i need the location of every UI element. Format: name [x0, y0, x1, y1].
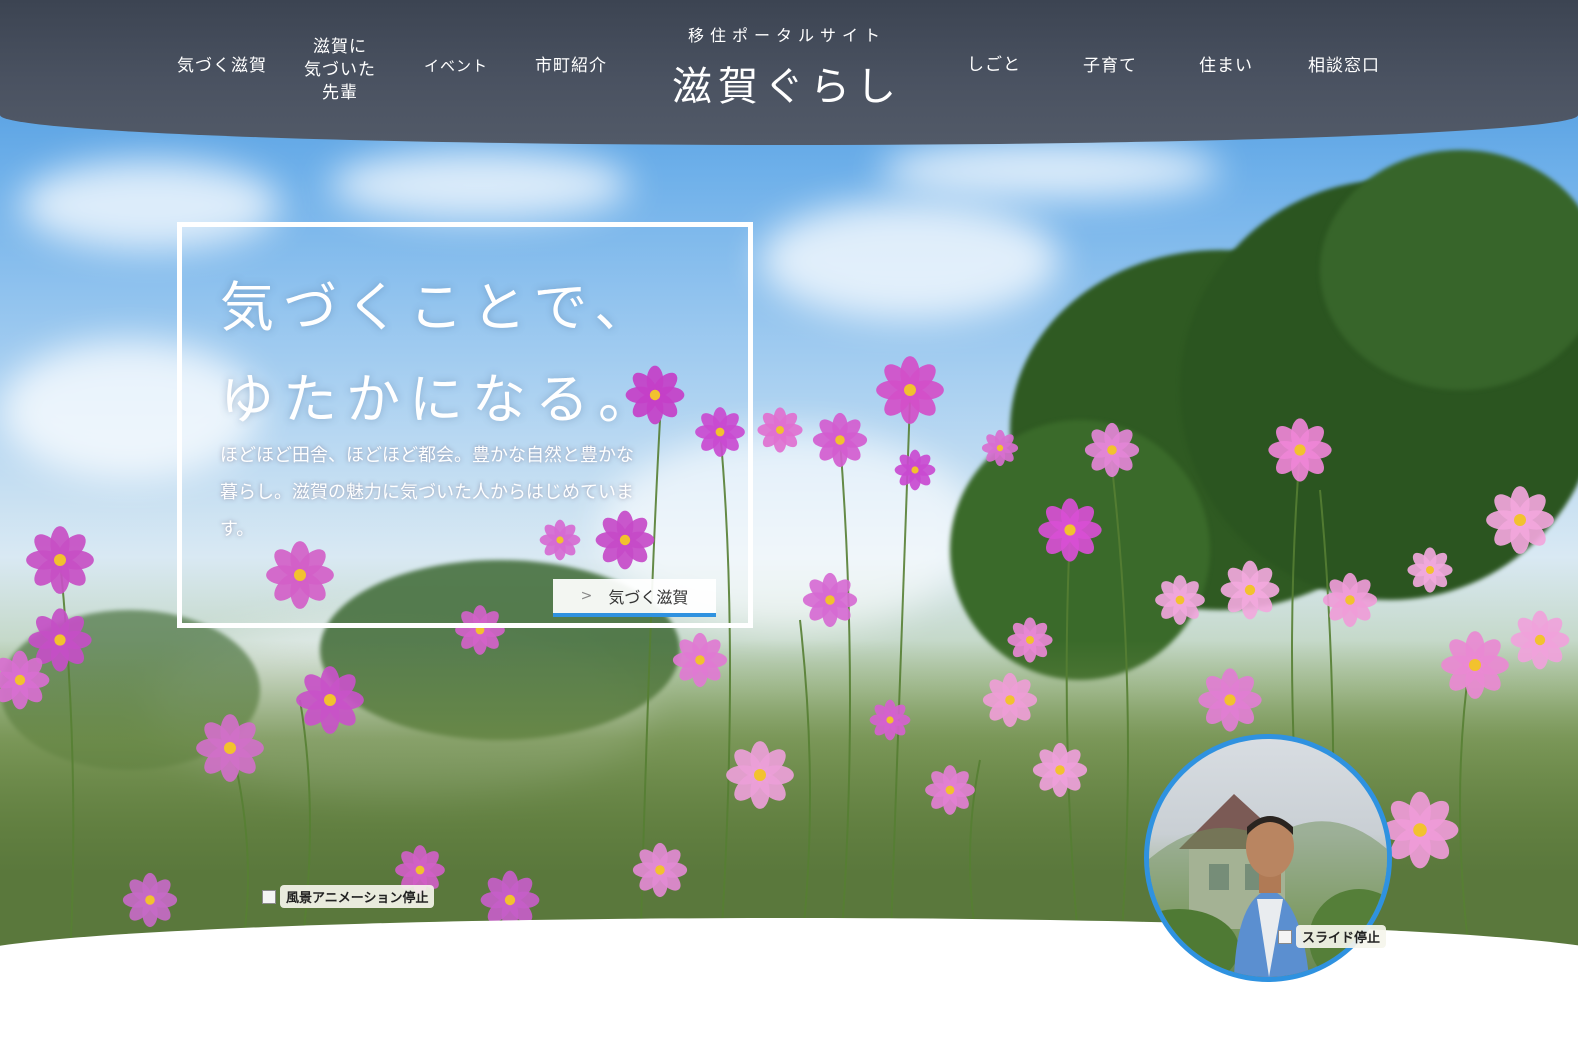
nav-senpai-line1: 滋賀に — [313, 37, 367, 57]
nav-childcare[interactable]: 子育て — [1070, 55, 1150, 78]
nav-event[interactable]: イベント — [414, 55, 498, 78]
nav-work[interactable]: しごと — [954, 54, 1034, 77]
catch-copy: 気づくことで、 ゆたかになる。 — [220, 262, 740, 446]
kizuku-shiga-button[interactable]: > 気づく滋賀 — [553, 579, 716, 617]
stop-slide-label: スライド停止 — [1296, 925, 1387, 948]
nav-senpai[interactable]: 滋賀に 気づいた 先輩 — [293, 36, 387, 105]
logo-subtitle: 移住ポータルサイト — [687, 26, 886, 45]
nav-kizuku-shiga[interactable]: 気づく滋賀 — [172, 55, 272, 78]
chevron-right-icon: > — [580, 588, 593, 604]
kizuku-shiga-button-label: 気づく滋賀 — [608, 588, 689, 607]
nav-consultation[interactable]: 相談窓口 — [1296, 55, 1392, 78]
stop-animation-label: 風景アニメーション停止 — [280, 885, 435, 908]
stop-slide-checkbox[interactable] — [1278, 929, 1292, 944]
lead-line-2: 暮らし。滋賀の魅力に気づいた人からはじめていま — [220, 482, 634, 503]
nav-senpai-line2: 気づいた — [304, 60, 376, 80]
lead-line-3: す。 — [220, 519, 255, 540]
stop-slide-control[interactable]: スライド停止 — [1278, 925, 1387, 948]
catch-line-2: ゆたかになる。 — [220, 368, 661, 431]
lead-line-1: ほどほど田舎、ほどほど都会。豊かな自然と豊かな — [220, 445, 634, 466]
stop-animation-checkbox[interactable] — [262, 889, 276, 904]
nav-city-intro[interactable]: 市町紹介 — [526, 55, 616, 78]
stop-animation-control[interactable]: 風景アニメーション停止 — [262, 885, 435, 908]
site-logo[interactable]: 滋賀ぐらし — [672, 54, 902, 112]
global-nav: 気づく滋賀 滋賀に 気づいた 先輩 イベント 市町紹介 移住ポータルサイト 滋賀… — [0, 0, 1578, 145]
nav-senpai-line3: 先輩 — [322, 83, 358, 103]
lead-text: ほどほど田舎、ほどほど都会。豊かな自然と豊かな 暮らし。滋賀の魅力に気づいた人か… — [220, 437, 710, 548]
catch-line-1: 気づくことで、 — [220, 276, 658, 339]
nav-housing[interactable]: 住まい — [1186, 55, 1266, 78]
